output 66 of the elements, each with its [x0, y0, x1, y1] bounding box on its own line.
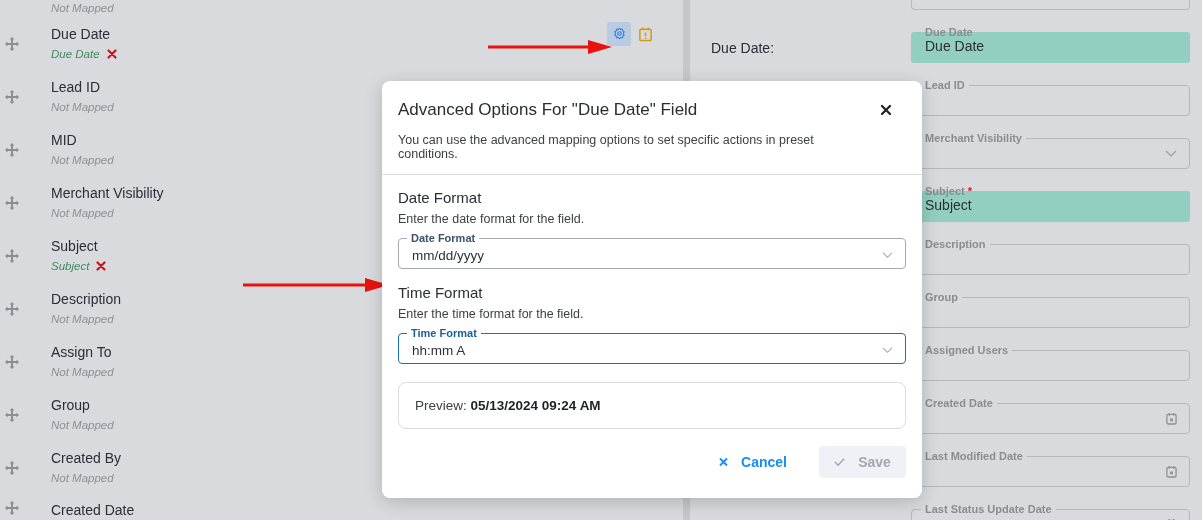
field-value: Due Date: [925, 38, 986, 55]
close-icon[interactable]: [880, 104, 892, 116]
field-label: Description: [925, 238, 986, 250]
field-name: Group: [51, 396, 91, 415]
drag-handle-icon[interactable]: [4, 194, 20, 211]
drag-handle-icon[interactable]: [4, 300, 20, 317]
section-heading: Date Format: [398, 188, 483, 208]
drag-handle-icon[interactable]: [4, 406, 20, 423]
section-heading: Time Format: [398, 283, 484, 303]
mapping-value: Not Mapped: [51, 471, 114, 484]
drag-handle-icon[interactable]: [4, 500, 20, 516]
drag-handle-icon[interactable]: [4, 88, 20, 105]
mapping-value: Not Mapped: [51, 312, 114, 325]
field-name: Description: [51, 290, 122, 309]
field-name: Created Date: [51, 501, 135, 520]
row-label: Due Date:: [711, 39, 775, 56]
field-label: Created Date: [925, 397, 993, 409]
field-value: Subject: [925, 197, 973, 214]
chevron-down-icon: [882, 347, 893, 354]
calendar-icon: [1166, 465, 1177, 478]
dialog-description: You can use the advanced mapping options to set specific actions in preset conditions.: [398, 133, 815, 161]
section-hint: Enter the date format for the field.: [398, 211, 586, 228]
field-name: Merchant Visibility: [51, 184, 164, 203]
field-value: hh:mm A: [412, 343, 466, 358]
chevron-down-icon: [1165, 149, 1177, 158]
field-name: Lead ID: [51, 78, 102, 97]
calendar-alert-icon[interactable]: [638, 25, 653, 42]
field-label: Date Format: [407, 231, 480, 245]
close-icon: [718, 457, 730, 467]
mapping-value: Not Mapped: [51, 206, 114, 219]
field-name: Due Date: [51, 25, 112, 44]
mapping-value: Not Mapped: [51, 365, 114, 378]
gear-icon: [612, 27, 626, 40]
drag-handle-icon[interactable]: [4, 247, 20, 264]
dialog-title: Advanced Options For "Due Date" Field: [398, 99, 698, 121]
field-name: MID: [51, 131, 78, 150]
field-label: Lead ID: [925, 79, 965, 91]
field-label: Merchant Visibility: [925, 132, 1022, 144]
drag-handle-icon[interactable]: [4, 459, 20, 476]
field-label: Time Format: [407, 326, 481, 340]
field-label: Last Status Update Date: [925, 503, 1052, 515]
drag-handle-icon[interactable]: [4, 35, 20, 52]
mapping-value: Not Mapped: [51, 153, 114, 166]
chevron-down-icon: [882, 252, 893, 259]
mapping-value: Not Mapped: [51, 100, 114, 113]
calendar-icon: [1166, 412, 1177, 425]
mapping-value: Not Mapped: [51, 2, 114, 14]
remove-icon[interactable]: [106, 48, 117, 59]
preview-text: Preview: 05/13/2024 09:24 AM: [415, 398, 601, 413]
remove-icon[interactable]: [96, 260, 107, 271]
settings-button[interactable]: [607, 21, 631, 46]
field-name: Assign To: [51, 343, 113, 362]
field-label: Assigned Users: [925, 344, 1009, 356]
drag-handle-icon[interactable]: [4, 141, 20, 158]
field-label: Group: [925, 291, 958, 303]
section-hint: Enter the time format for the field.: [398, 306, 585, 323]
mapping-value: Due Date: [51, 47, 100, 60]
cancel-button[interactable]: Cancel: [718, 446, 787, 478]
field-name: Subject: [51, 237, 99, 256]
mapping-value: Not Mapped: [51, 418, 114, 431]
field-label: Last Modified Date: [925, 450, 1023, 462]
drag-handle-icon[interactable]: [4, 353, 20, 370]
mapping-value: Subject: [51, 259, 90, 272]
field-name: Created By: [51, 449, 122, 468]
field-value: mm/dd/yyyy: [412, 248, 484, 263]
check-icon: [834, 457, 846, 467]
